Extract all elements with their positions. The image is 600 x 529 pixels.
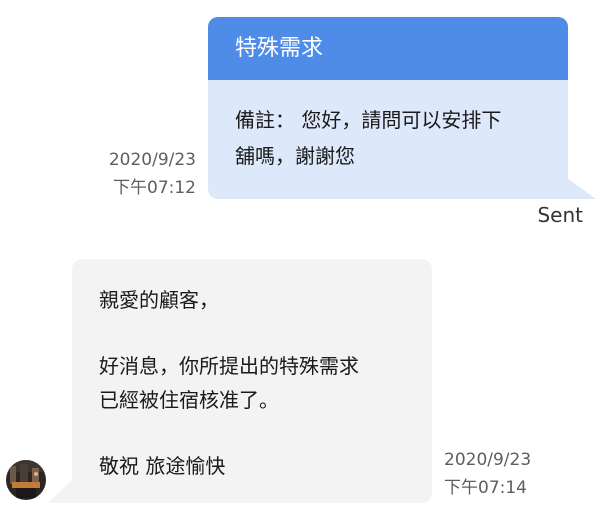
sent-message-body: 備註： 您好，請問可以安排下 舖嗎，謝謝您 xyxy=(208,80,568,174)
sent-status-label: Sent xyxy=(537,203,583,227)
message-line: 好消息，你所提出的特殊需求 xyxy=(99,354,359,378)
avatar-image-icon xyxy=(6,460,46,500)
avatar[interactable] xyxy=(6,460,46,500)
sent-message-line: 備註： 您好，請問可以安排下 xyxy=(235,108,502,132)
sent-timestamp: 2020/9/23 下午07:12 xyxy=(109,146,196,202)
greeting-text: 親愛的顧客， xyxy=(99,288,219,312)
sent-time: 下午07:12 xyxy=(113,178,196,198)
received-time: 下午07:14 xyxy=(444,478,527,498)
sent-message-line: 舖嗎，謝謝您 xyxy=(235,144,355,168)
sent-message-bubble[interactable]: 特殊需求 備註： 您好，請問可以安排下 舖嗎，謝謝您 xyxy=(208,17,568,199)
message-line: 已經被住宿核准了。 xyxy=(99,388,279,412)
received-date: 2020/9/23 xyxy=(444,450,532,470)
message-paragraph: 好消息，你所提出的特殊需求 已經被住宿核准了。 xyxy=(99,349,412,417)
closing-text: 敬祝 旅途愉快 xyxy=(99,454,226,478)
received-message-body: 親愛的顧客， 好消息，你所提出的特殊需求 已經被住宿核准了。 敬祝 旅途愉快 xyxy=(72,259,432,483)
special-request-title: 特殊需求 xyxy=(208,17,568,80)
received-message-bubble[interactable]: 親愛的顧客， 好消息，你所提出的特殊需求 已經被住宿核准了。 敬祝 旅途愉快 xyxy=(72,259,432,503)
received-bubble-tail xyxy=(48,478,74,503)
received-timestamp: 2020/9/23 下午07:14 xyxy=(444,446,531,502)
sent-date: 2020/9/23 xyxy=(108,150,196,170)
